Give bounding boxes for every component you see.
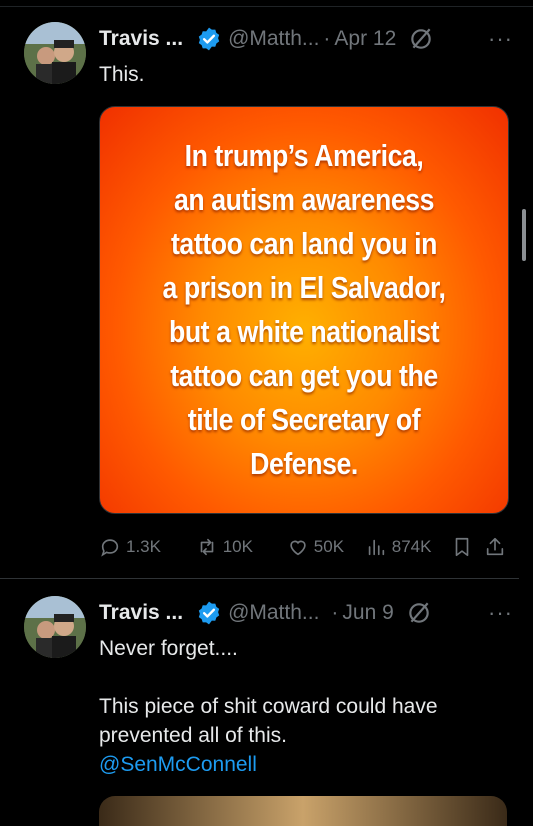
share-icon (486, 537, 504, 556)
handle[interactable]: @Matth... (228, 27, 319, 51)
view-count: 874K (391, 537, 432, 556)
bookmark-button[interactable] (451, 536, 484, 558)
timestamp[interactable]: Jun 9 (342, 601, 393, 625)
avatar[interactable] (24, 22, 86, 84)
scrollbar[interactable] (522, 209, 526, 261)
handle[interactable]: @Matth... (228, 601, 319, 625)
repost-icon (200, 538, 214, 556)
tweet-image[interactable]: In trump’s America, an autism awareness … (99, 106, 509, 514)
tweet-text: This. (99, 63, 145, 86)
repost-button[interactable]: 10K (196, 536, 287, 558)
timestamp[interactable]: Apr 12 (334, 27, 396, 51)
bookmark-icon (455, 537, 469, 557)
verified-badge-icon (196, 26, 222, 52)
reply-icon (101, 539, 119, 557)
tweet-header: Travis ... @Matth... · Apr 12 ··· (99, 24, 513, 54)
like-count: 50K (313, 537, 345, 556)
grok-icon[interactable] (408, 26, 434, 52)
image-caption: In trump’s America, an autism awareness … (162, 138, 446, 481)
separator-dot: · (323, 27, 331, 50)
separator-dot: · (331, 601, 339, 624)
views-icon (368, 539, 384, 556)
tweet-text-paragraph: This piece of shit coward could have pre… (99, 695, 438, 747)
more-icon[interactable]: ··· (488, 26, 513, 52)
repost-count: 10K (222, 537, 253, 556)
tweet-image[interactable] (99, 796, 507, 826)
tweet-text-line: Never forget.... (99, 637, 238, 660)
tweet-text: Never forget.... This piece of shit cowa… (99, 634, 503, 779)
tweet-divider (0, 578, 519, 579)
like-button[interactable]: 50K (287, 536, 365, 558)
more-icon[interactable]: ··· (488, 600, 513, 626)
display-name[interactable]: Travis ... (99, 27, 183, 51)
avatar[interactable] (24, 596, 86, 658)
top-divider (0, 6, 533, 7)
tweet-header: Travis ... @Matth... · Jun 9 ··· (99, 598, 513, 628)
grok-icon[interactable] (406, 600, 432, 626)
reply-button[interactable]: 1.3K (99, 536, 196, 558)
display-name[interactable]: Travis ... (99, 601, 183, 625)
action-bar: 1.3K 10K 50K 874K (99, 532, 511, 562)
like-icon (290, 540, 306, 556)
reply-count: 1.3K (126, 537, 161, 556)
share-button[interactable] (484, 536, 511, 558)
views-button[interactable]: 874K (365, 536, 451, 558)
verified-badge-icon (196, 600, 222, 626)
mention-link[interactable]: @SenMcConnell (99, 750, 503, 779)
